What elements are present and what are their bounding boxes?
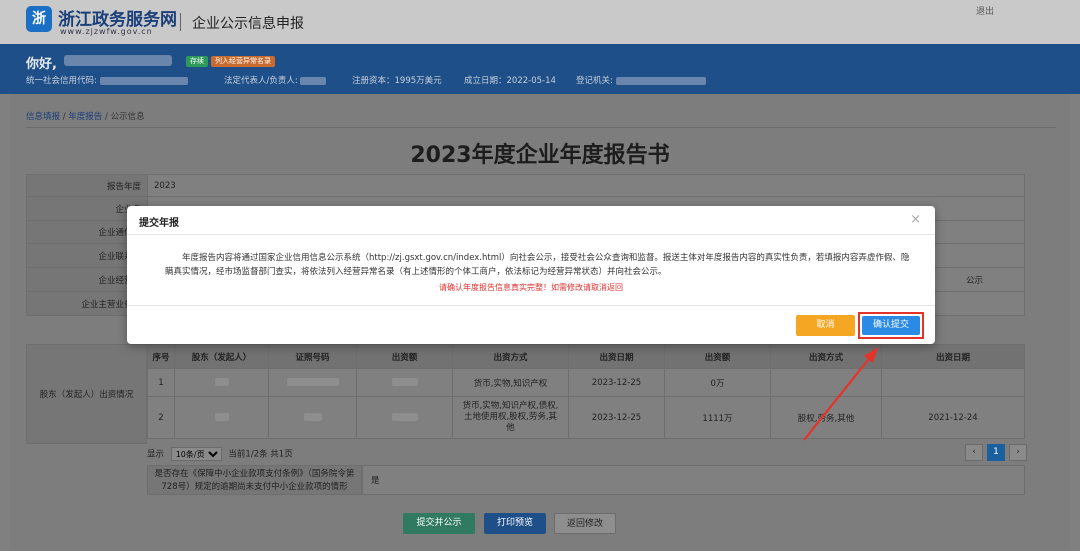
annotation-arrow-icon (803, 347, 878, 441)
